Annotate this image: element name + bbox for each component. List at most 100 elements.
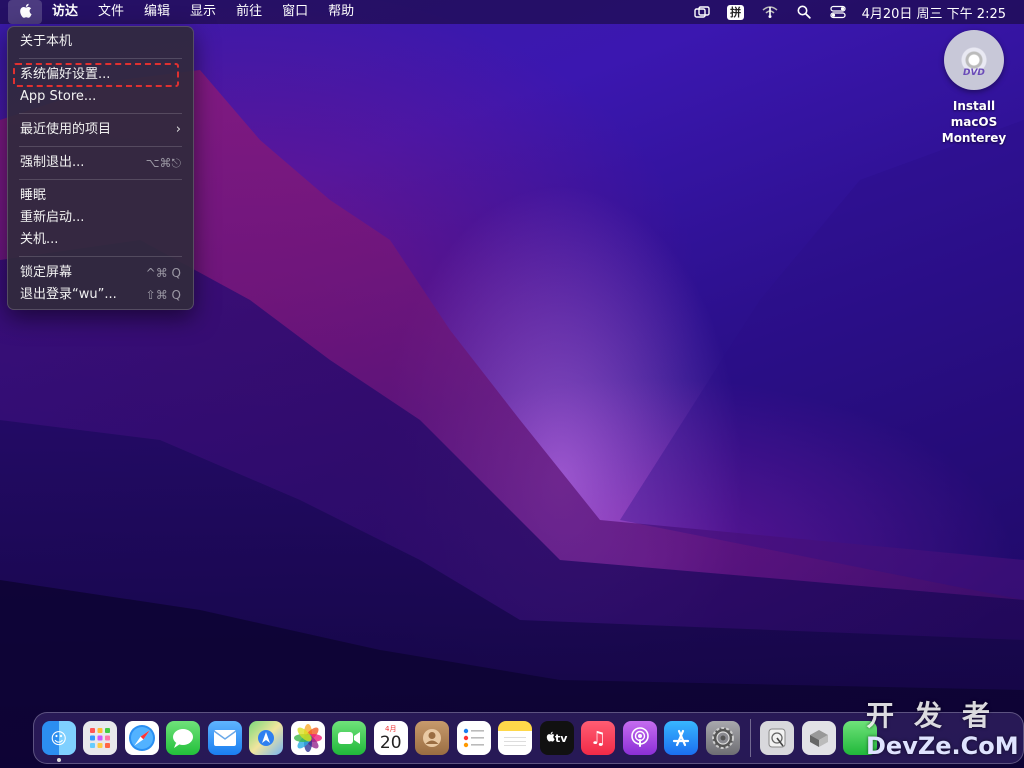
dvd-disc-icon: DVD xyxy=(944,30,1004,90)
dock-separator xyxy=(749,719,751,757)
safari-compass-icon xyxy=(124,721,159,755)
desktop-icon-label: Install macOS Monterey xyxy=(928,98,1020,146)
launchpad-icon xyxy=(83,721,118,755)
dock-photos[interactable] xyxy=(287,717,329,759)
dock-system-preferences[interactable] xyxy=(702,717,744,759)
shortcut-label: ^⌘ Q xyxy=(145,266,181,280)
menu-item-shutdown[interactable]: 关机... xyxy=(8,229,193,251)
calendar-icon: 4月 20 xyxy=(373,721,408,755)
desktop-icon-label-line1: Install macOS xyxy=(950,99,998,129)
dock-calendar[interactable]: 4月 20 xyxy=(370,717,412,759)
menu-file[interactable]: 文件 xyxy=(88,0,134,24)
menu-separator xyxy=(19,146,182,147)
input-method-icon[interactable]: 拼 xyxy=(726,2,746,22)
apple-menu-button[interactable] xyxy=(8,0,42,24)
dock-notes[interactable] xyxy=(495,717,537,759)
menu-item-system-preferences[interactable]: 系统偏好设置... xyxy=(8,63,193,87)
gear-icon xyxy=(705,721,740,755)
facetime-camera-icon xyxy=(332,721,367,755)
menu-help[interactable]: 帮助 xyxy=(318,0,364,24)
dock-maps[interactable] xyxy=(246,717,288,759)
dock-launchpad[interactable] xyxy=(80,717,122,759)
watermark: 开发者 DevZe.CoM xyxy=(866,700,1021,764)
finder-icon: ☺ xyxy=(41,721,76,755)
dock-app-store[interactable] xyxy=(661,717,703,759)
running-indicator xyxy=(56,758,61,762)
podcasts-icon xyxy=(622,721,657,755)
tv-label: tv xyxy=(555,731,568,745)
dock-boot-camp[interactable] xyxy=(798,717,840,759)
menu-view[interactable]: 显示 xyxy=(180,0,226,24)
menu-item-label: 强制退出... xyxy=(20,155,85,170)
menu-item-log-out[interactable]: 退出登录“wu”... ⇧⌘ Q xyxy=(8,284,193,306)
music-note-icon: ♫ xyxy=(581,721,616,755)
menu-separator xyxy=(19,179,182,180)
boot-camp-icon xyxy=(801,721,836,755)
dock-mail[interactable] xyxy=(204,717,246,759)
notes-icon xyxy=(498,721,533,755)
menu-item-about-this-mac[interactable]: 关于本机 xyxy=(8,31,193,53)
dock-music[interactable]: ♫ xyxy=(578,717,620,759)
dock-facetime[interactable] xyxy=(329,717,371,759)
shortcut-label: ⌥⌘⎋ xyxy=(145,156,181,170)
dock-messages[interactable] xyxy=(163,717,205,759)
menu-item-recent-items[interactable]: 最近使用的项目 › xyxy=(8,119,193,141)
watermark-bottom: DevZe.CoM xyxy=(866,732,1019,760)
menu-item-label: 系统偏好设置... xyxy=(20,67,111,82)
menu-item-label: 退出登录“wu”... xyxy=(20,287,117,302)
spotlight-search-icon[interactable] xyxy=(794,2,814,22)
mail-envelope-icon xyxy=(207,721,242,755)
menu-item-label: 最近使用的项目 xyxy=(20,122,112,137)
menu-item-lock-screen[interactable]: 锁定屏幕 ^⌘ Q xyxy=(8,262,193,284)
menu-bar: 访达 文件 编辑 显示 前往 窗口 帮助 拼 4月20日 周三 下午 2:25 xyxy=(0,0,1024,24)
desktop-icon-install-macos[interactable]: DVD Install macOS Monterey xyxy=(928,30,1020,146)
menu-item-force-quit[interactable]: 强制退出... ⌥⌘⎋ xyxy=(8,152,193,174)
screen-mirror-icon[interactable] xyxy=(692,2,712,22)
menu-item-restart[interactable]: 重新启动... xyxy=(8,207,193,229)
menu-item-label: 关机... xyxy=(20,232,59,247)
control-center-icon[interactable] xyxy=(828,2,848,22)
tv-logo-apple xyxy=(546,731,555,745)
apple-logo-icon xyxy=(19,3,32,22)
app-store-icon xyxy=(664,721,699,755)
wifi-off-icon[interactable] xyxy=(760,2,780,22)
maps-icon xyxy=(249,721,284,755)
menu-item-label: 重新启动... xyxy=(20,210,85,225)
calendar-month: 4月 xyxy=(385,725,397,733)
menubar-clock[interactable]: 4月20日 周三 下午 2:25 xyxy=(862,3,1006,22)
menu-item-sleep[interactable]: 睡眠 xyxy=(8,185,193,207)
menu-item-label: 睡眠 xyxy=(20,188,47,203)
menu-item-app-store[interactable]: App Store... xyxy=(8,86,193,108)
apple-tv-icon: tv xyxy=(539,721,574,755)
dock-reminders[interactable] xyxy=(453,717,495,759)
menu-item-label: App Store... xyxy=(20,89,97,104)
messages-bubble-icon xyxy=(166,721,201,755)
menu-edit[interactable]: 编辑 xyxy=(134,0,180,24)
dock-apple-tv[interactable]: tv xyxy=(536,717,578,759)
menu-go[interactable]: 前往 xyxy=(226,0,272,24)
calendar-day: 20 xyxy=(379,733,402,753)
photos-flower-icon xyxy=(290,721,325,755)
dock-finder[interactable]: ☺ xyxy=(38,717,80,762)
menu-window[interactable]: 窗口 xyxy=(272,0,318,24)
menu-item-label: 关于本机 xyxy=(20,34,73,49)
disc-label: DVD xyxy=(963,68,985,78)
dock-contacts[interactable] xyxy=(412,717,454,759)
apple-menu-dropdown: 关于本机 系统偏好设置... App Store... 最近使用的项目 › 强制… xyxy=(7,26,194,310)
menu-separator xyxy=(19,113,182,114)
dock-podcasts[interactable] xyxy=(619,717,661,759)
menu-separator xyxy=(19,256,182,257)
contacts-icon xyxy=(415,721,450,755)
dock-disk-utility[interactable] xyxy=(757,717,799,759)
reminders-list-icon xyxy=(456,721,491,755)
menu-separator xyxy=(19,58,182,59)
dock-safari[interactable] xyxy=(121,717,163,759)
menu-finder[interactable]: 访达 xyxy=(42,0,88,24)
shortcut-label: ⇧⌘ Q xyxy=(145,288,181,302)
watermark-top: 开发者 xyxy=(866,699,1011,732)
disk-utility-icon xyxy=(760,721,795,755)
desktop-icon-label-line2: Monterey xyxy=(941,131,1007,145)
menu-item-label: 锁定屏幕 xyxy=(20,265,73,280)
chevron-right-icon: › xyxy=(175,122,181,137)
input-method-label: 拼 xyxy=(727,4,745,20)
